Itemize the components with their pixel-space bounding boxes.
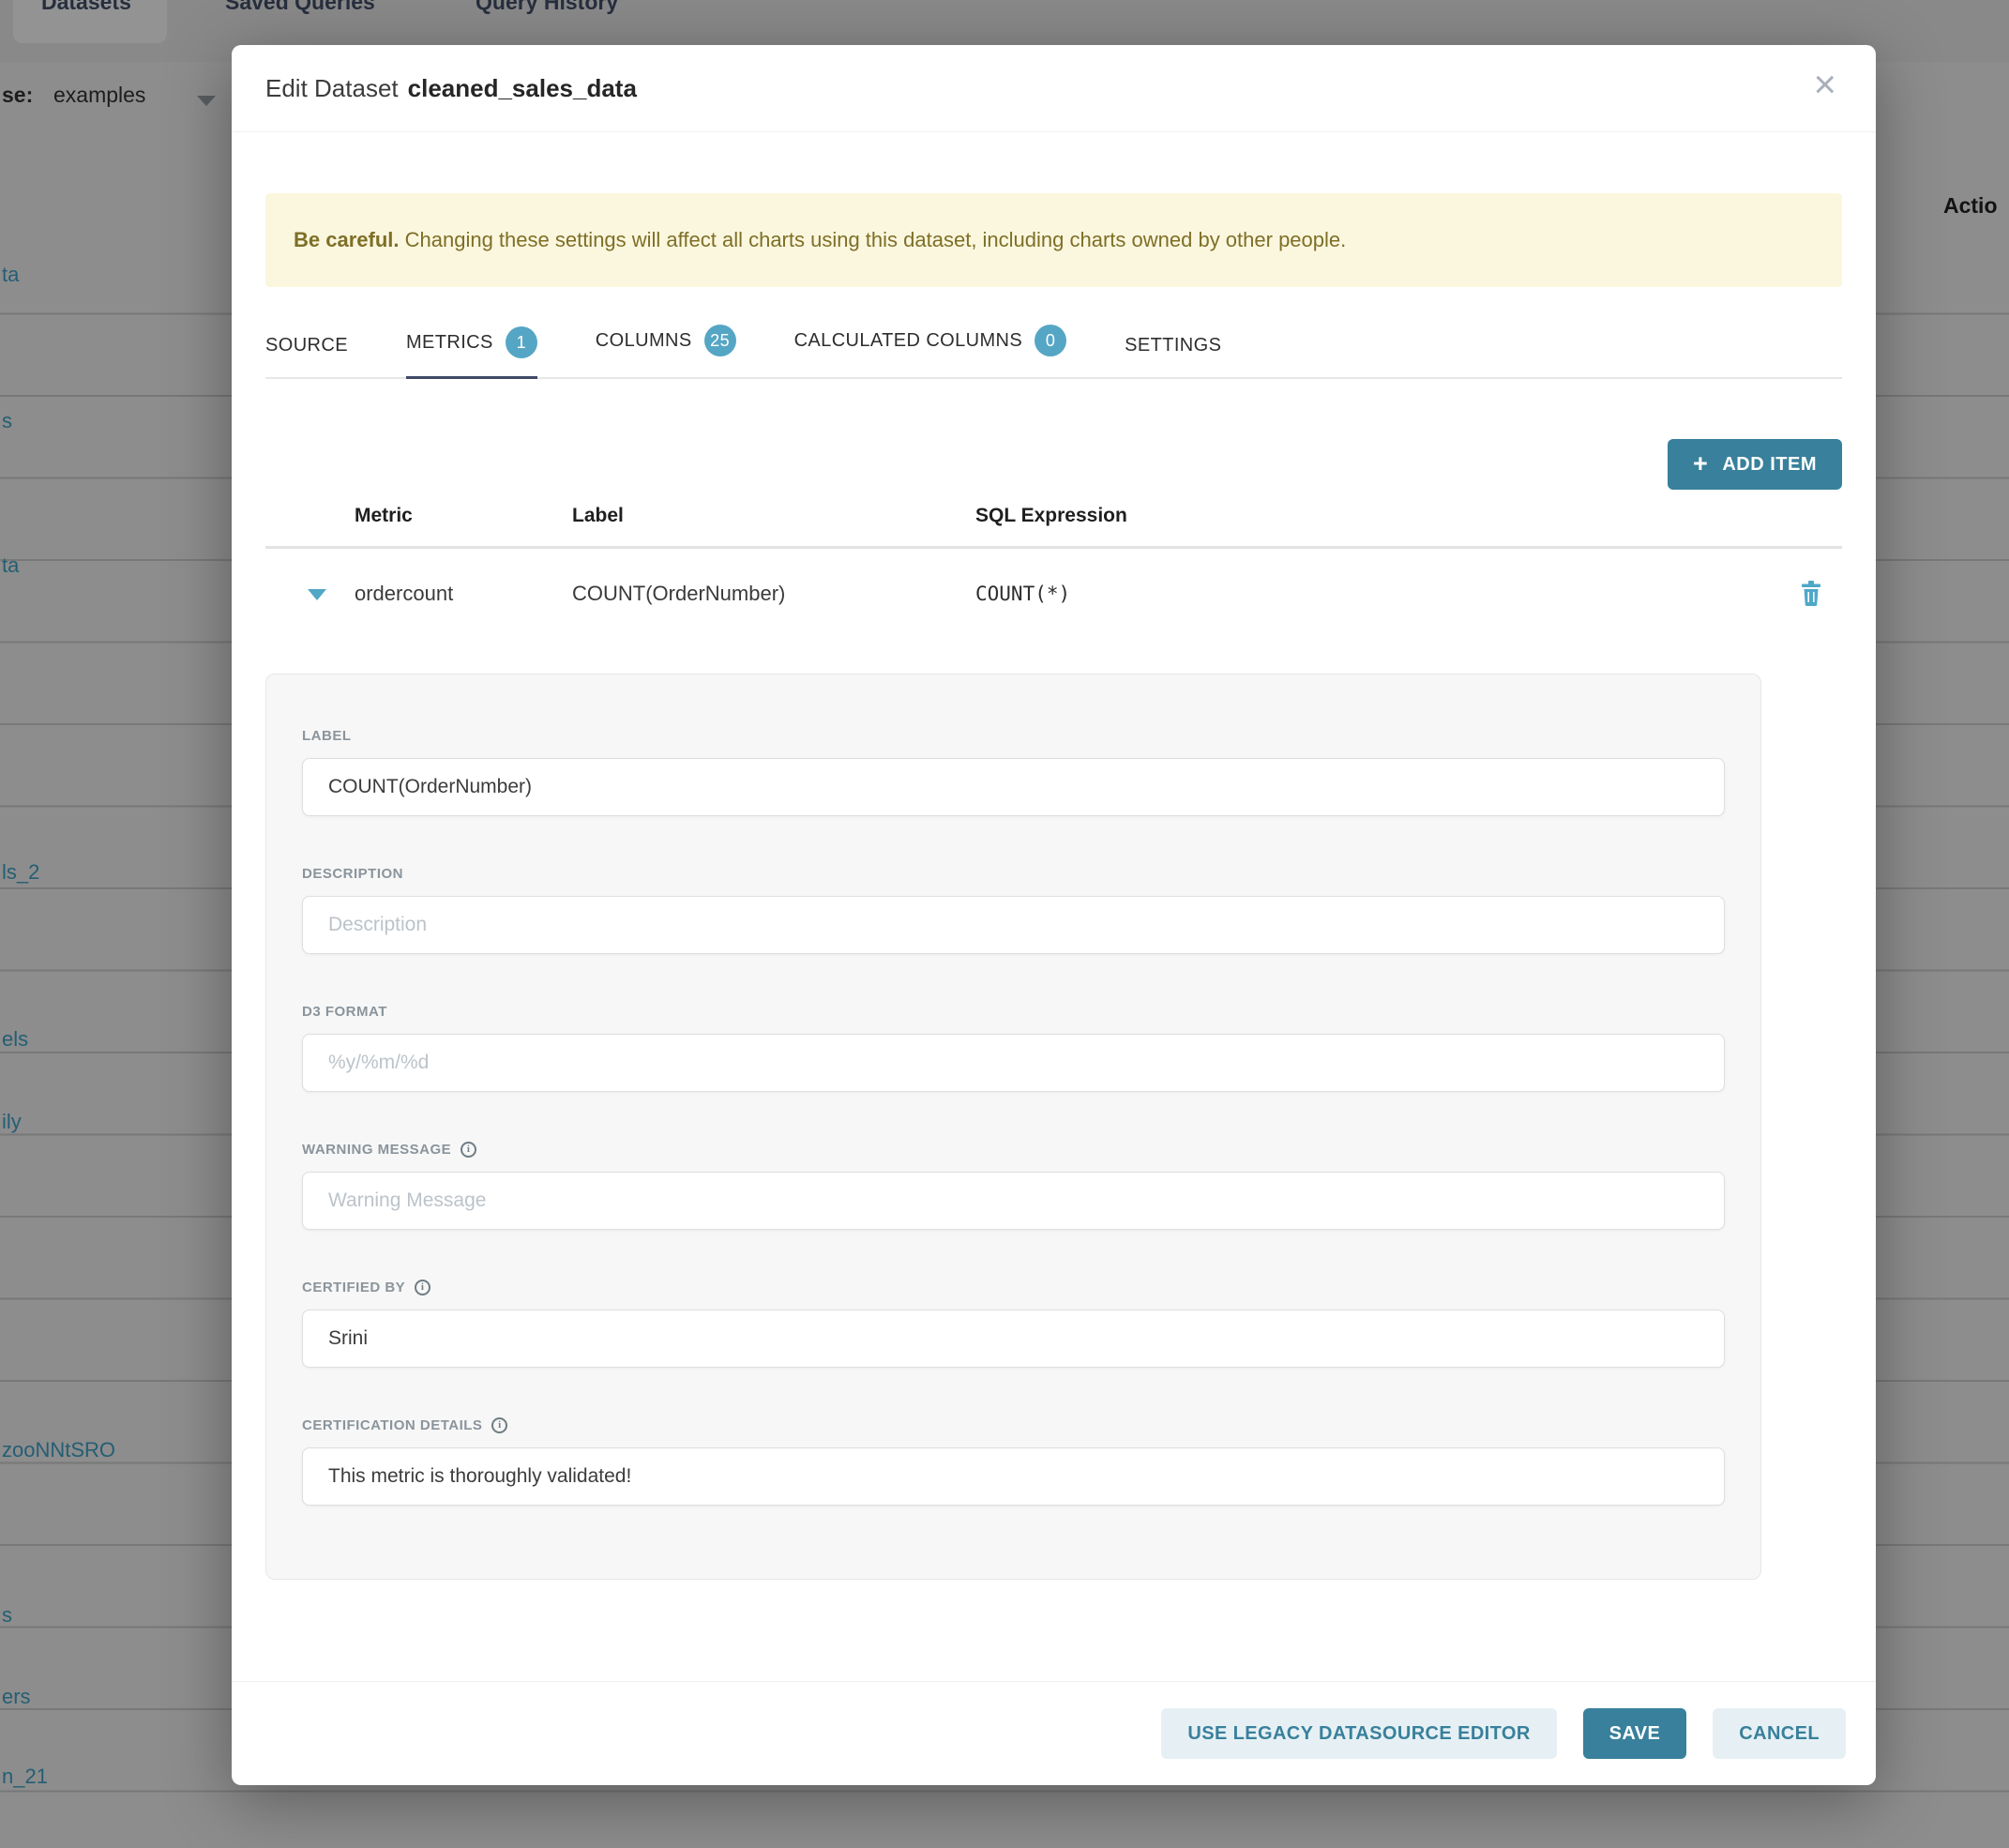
field-label: LABEL [302,727,1725,816]
d3-format-input[interactable] [302,1034,1725,1092]
tab-metrics[interactable]: METRICS 1 [406,326,537,379]
warning-banner-text: Be careful. Changing these settings will… [294,228,1346,252]
dataset-editor-tabs: SOURCE METRICS 1 COLUMNS 25 CALCULATED C… [265,325,1842,379]
close-icon[interactable]: × [1807,64,1842,105]
dataset-name: cleaned_sales_data [408,74,637,102]
tab-settings[interactable]: SETTINGS [1125,335,1221,377]
metric-sql-expression: COUNT(*) [975,583,1801,605]
certified-by-input[interactable] [302,1310,1725,1368]
calculated-columns-count-badge: 0 [1035,325,1066,356]
delete-metric-button[interactable] [1801,581,1842,606]
tab-calculated-columns[interactable]: CALCULATED COLUMNS 0 [794,325,1067,377]
field-warning-message: WARNING MESSAGE i [302,1141,1725,1230]
info-icon[interactable]: i [415,1280,430,1295]
certification-details-input[interactable] [302,1447,1725,1506]
metrics-count-badge: 1 [506,326,537,358]
save-button[interactable]: SAVE [1583,1708,1687,1759]
column-header-sql-expression: SQL Expression [975,505,1801,527]
metrics-table: Metric Label SQL Expression ordercount C… [265,505,1842,640]
warning-banner-bold: Be careful. [294,228,400,251]
tab-source[interactable]: SOURCE [265,335,348,377]
edit-dataset-modal: Edit Dataset cleaned_sales_data × Be care… [232,45,1876,1785]
warning-message-input[interactable] [302,1172,1725,1230]
field-description: DESCRIPTION [302,865,1725,954]
modal-footer: USE LEGACY DATASOURCE EDITOR SAVE CANCEL [232,1681,1876,1785]
description-input[interactable] [302,896,1725,954]
info-icon[interactable]: i [491,1417,507,1433]
metric-detail-panel: LABEL DESCRIPTION D3 FORMAT WARNING MESS… [265,674,1761,1580]
modal-title: Edit Dataset cleaned_sales_data [265,74,637,103]
field-d3-format: D3 FORMAT [302,1003,1725,1092]
use-legacy-datasource-editor-button[interactable]: USE LEGACY DATASOURCE EDITOR [1161,1708,1556,1759]
metrics-table-header: Metric Label SQL Expression [265,505,1842,549]
field-certification-details: CERTIFICATION DETAILS i [302,1416,1725,1506]
modal-header: Edit Dataset cleaned_sales_data × [232,45,1876,132]
columns-count-badge: 25 [704,325,736,356]
cancel-button[interactable]: CANCEL [1713,1708,1846,1759]
modal-title-prefix: Edit Dataset [265,74,399,102]
warning-banner: Be careful. Changing these settings will… [265,193,1842,287]
metric-label: COUNT(OrderNumber) [572,582,975,606]
collapse-caret-icon[interactable] [308,589,326,600]
plus-icon: + [1693,451,1708,477]
tab-columns[interactable]: COLUMNS 25 [596,325,736,377]
info-icon[interactable]: i [461,1142,476,1158]
label-input[interactable] [302,758,1725,816]
metric-name: ordercount [355,582,572,606]
column-header-metric: Metric [355,505,572,527]
trash-icon [1801,581,1821,606]
column-header-label: Label [572,505,975,527]
field-certified-by: CERTIFIED BY i [302,1279,1725,1368]
metric-row: ordercount COUNT(OrderNumber) COUNT(*) [265,549,1842,640]
modal-body: Be careful. Changing these settings will… [232,132,1876,1681]
metrics-toolbar: + ADD ITEM [265,439,1842,490]
add-item-button[interactable]: + ADD ITEM [1668,439,1842,490]
